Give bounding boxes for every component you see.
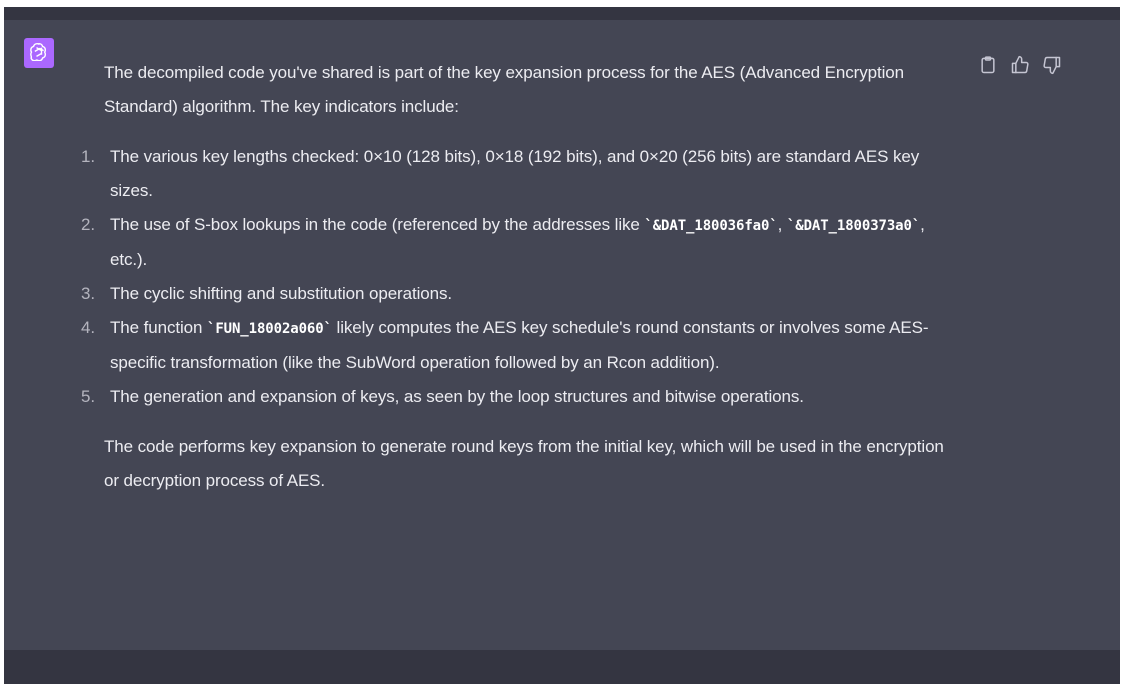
list-number: 1. [81, 147, 95, 166]
list-item: 3. The cyclic shifting and substitution … [81, 277, 954, 311]
list-number: 4. [81, 318, 95, 337]
inline-code: `&DAT_1800373a0` [786, 218, 921, 234]
next-message-edge [4, 650, 1120, 684]
list-item: 2. The use of S-box lookups in the code … [81, 208, 954, 277]
list-number: 5. [81, 387, 95, 406]
list-item-text: , [777, 215, 787, 234]
message-content: The decompiled code you've shared is par… [81, 56, 954, 498]
message-intro: The decompiled code you've shared is par… [104, 63, 904, 116]
list-number: 3. [81, 284, 95, 303]
list-item-text: The cyclic shifting and substitution ope… [110, 284, 452, 303]
message-actions [978, 55, 1062, 75]
inline-code: `FUN_18002a060` [206, 321, 332, 337]
message-conclusion: The code performs key expansion to gener… [104, 437, 944, 490]
list-item: 1. The various key lengths checked: 0×10… [81, 140, 954, 208]
list-number: 2. [81, 215, 95, 234]
assistant-avatar [24, 38, 54, 68]
openai-logo-icon [29, 41, 49, 66]
key-indicators-list: 1. The various key lengths checked: 0×10… [81, 140, 954, 414]
thumbs-down-icon[interactable] [1042, 55, 1062, 75]
chat-window: The decompiled code you've shared is par… [0, 0, 1122, 684]
list-item-text: The function [110, 318, 207, 337]
thumbs-up-icon[interactable] [1010, 55, 1030, 75]
list-item-text: The various key lengths checked: 0×10 (1… [110, 147, 920, 200]
inline-code: `&DAT_180036fa0` [644, 218, 778, 234]
previous-message-edge [4, 7, 1120, 20]
list-item: 4. The function `FUN_18002a060` likely c… [81, 311, 954, 380]
list-item-text: The generation and expansion of keys, as… [110, 387, 804, 406]
list-item-text: The use of S-box lookups in the code (re… [110, 215, 645, 234]
list-item: 5. The generation and expansion of keys,… [81, 380, 954, 414]
clipboard-icon[interactable] [978, 55, 998, 75]
